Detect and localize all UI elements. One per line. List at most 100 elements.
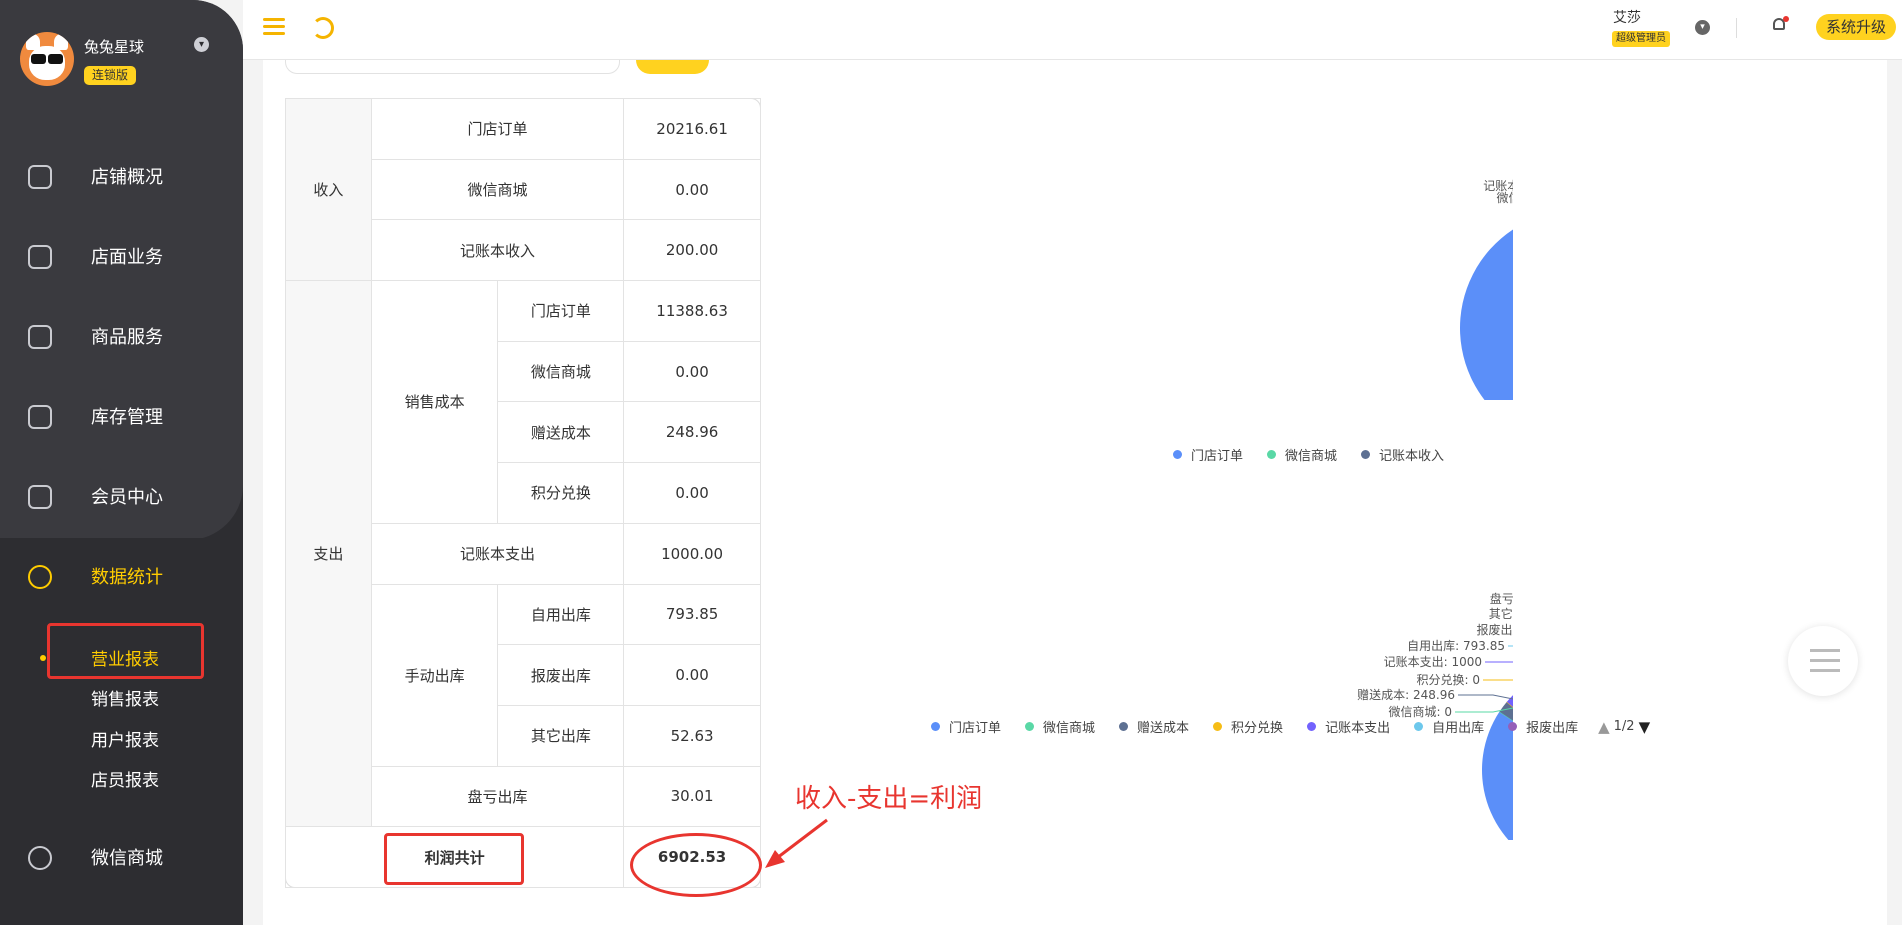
row-value: 0.00 bbox=[623, 462, 761, 524]
pie-data-label: 自用出库: 793.85 bbox=[1407, 638, 1505, 653]
bell-icon[interactable] bbox=[1771, 16, 1789, 34]
legend-item[interactable]: 积分兑换 bbox=[1213, 717, 1283, 736]
legend-item[interactable]: 门店订单 bbox=[931, 717, 1001, 736]
row-value: 11388.63 bbox=[623, 280, 761, 342]
wechat-icon bbox=[28, 846, 52, 870]
member-icon bbox=[28, 485, 52, 509]
row-value: 0.00 bbox=[623, 340, 761, 403]
edition-badge: 连锁版 bbox=[84, 66, 137, 85]
legend-pager: ▲ 1/2 ▼ bbox=[1594, 718, 1654, 736]
pie-data-label: 记账本收入: 200 bbox=[1483, 179, 1513, 193]
legend-item[interactable]: 微信商城 bbox=[1025, 717, 1095, 736]
pie-slice[interactable] bbox=[1482, 664, 1513, 840]
sidebar-item-product-service[interactable]: 商品服务 bbox=[0, 297, 243, 377]
row-value: 200.00 bbox=[623, 219, 761, 282]
group-label: 销售成本 bbox=[370, 280, 499, 524]
sidebar-item-member-center[interactable]: 会员中心 bbox=[0, 457, 243, 537]
expense-pie-legend: 门店订单 微信商城 赠送成本 积分兑换 记账本支出 自用出库 报废出库 ▲ 1/… bbox=[931, 717, 1654, 736]
highlight-box bbox=[47, 623, 204, 679]
sidebar-item-label: 店面业务 bbox=[91, 247, 163, 268]
user-role-badge: 超级管理员 bbox=[1612, 31, 1670, 47]
income-pie-chart: 门店订单: 20216.61微信商城: 0记账本收入: 200 bbox=[1459, 179, 1513, 400]
sidebar-item-label: 微信商城 bbox=[91, 848, 163, 869]
upgrade-button[interactable]: 系统升级 bbox=[1816, 14, 1896, 40]
pie-label-line bbox=[1458, 694, 1513, 700]
pager-text: 1/2 bbox=[1613, 719, 1635, 734]
box-icon bbox=[28, 405, 52, 429]
expense-pie-chart: 门店订单: 11388.63微信商城: 0赠送成本: 248.96积分兑换: 0… bbox=[1357, 591, 1513, 840]
row-label: 自用出库 bbox=[497, 583, 625, 646]
logo-glass-right bbox=[48, 54, 63, 64]
sidebar-item-inventory[interactable]: 库存管理 bbox=[0, 377, 243, 457]
expense-label: 支出 bbox=[285, 280, 372, 828]
menu-icon[interactable] bbox=[263, 18, 285, 36]
search-input[interactable] bbox=[285, 60, 620, 74]
subnav-user-report[interactable]: 用户报表 bbox=[91, 726, 159, 751]
pie-data-label: 盘亏出库: 30.01 bbox=[1490, 591, 1513, 606]
topbar: 艾莎 超级管理员 ▾ 系统升级 bbox=[243, 0, 1902, 60]
brand[interactable]: 兔兔星球 ▾ 连锁版 bbox=[20, 32, 220, 92]
row-value: 20216.61 bbox=[623, 98, 761, 160]
active-indicator-dot bbox=[40, 655, 46, 661]
monitor-icon bbox=[28, 165, 52, 189]
pie-slice[interactable] bbox=[1459, 210, 1513, 400]
row-label: 赠送成本 bbox=[497, 401, 625, 464]
income-pie-legend: 门店订单 微信商城 记账本收入 bbox=[1173, 445, 1468, 464]
home-icon bbox=[28, 245, 52, 269]
pie-label-line bbox=[1483, 679, 1513, 681]
brand-logo bbox=[20, 32, 74, 86]
row-label: 微信商城 bbox=[497, 340, 625, 403]
bag-icon bbox=[28, 325, 52, 349]
annotation-text: 收入-支出=利润 bbox=[795, 784, 983, 814]
business-report-table: 收入 门店订单 20216.61 微信商城 0.00 记账本收入 200.00 … bbox=[284, 97, 761, 888]
legend-item[interactable]: 记账本支出 bbox=[1307, 717, 1390, 736]
row-value: 30.01 bbox=[623, 765, 761, 828]
user-name[interactable]: 艾莎 bbox=[1613, 7, 1641, 27]
row-value: 1000.00 bbox=[623, 522, 761, 585]
pie-data-label: 其它出库: 52.63 bbox=[1489, 606, 1513, 621]
sidebar-item-store-overview[interactable]: 店铺概况 bbox=[0, 137, 243, 217]
sidebar-item-data-statistics[interactable]: 数据统计 bbox=[0, 537, 243, 617]
sidebar-item-label: 会员中心 bbox=[91, 487, 163, 508]
sidebar-item-label: 库存管理 bbox=[91, 407, 163, 428]
chevron-down-icon[interactable]: ▾ bbox=[1695, 20, 1710, 35]
legend-label: 记账本收入 bbox=[1379, 449, 1445, 464]
group-label: 手动出库 bbox=[370, 583, 499, 767]
refresh-icon[interactable] bbox=[312, 17, 334, 39]
legend-item[interactable]: 报废出库 bbox=[1508, 717, 1578, 736]
row-label: 报废出库 bbox=[497, 644, 625, 706]
sidebar-item-label: 店铺概况 bbox=[91, 167, 163, 188]
row-label: 记账本收入 bbox=[370, 219, 625, 282]
income-label: 收入 bbox=[285, 97, 372, 282]
sidebar-item-wechat-mall[interactable]: 微信商城 bbox=[0, 818, 243, 898]
table-row: 支出 销售成本 门店订单 11388.63 bbox=[285, 280, 761, 828]
row-label: 其它出库 bbox=[497, 704, 625, 767]
legend-label: 微信商城 bbox=[1285, 449, 1338, 464]
legend-label: 门店订单 bbox=[949, 721, 1002, 736]
pie-label-line bbox=[1485, 661, 1513, 663]
legend-item[interactable]: 微信商城 bbox=[1267, 445, 1337, 464]
row-value: 0.00 bbox=[623, 644, 761, 706]
pager-next-icon[interactable]: ▼ bbox=[1639, 718, 1651, 736]
row-label: 记账本支出 bbox=[370, 522, 625, 585]
legend-label: 报废出库 bbox=[1526, 721, 1579, 736]
list-toggle-button[interactable] bbox=[1788, 626, 1858, 696]
legend-item[interactable]: 门店订单 bbox=[1173, 445, 1243, 464]
pager-prev-icon[interactable]: ▲ bbox=[1598, 718, 1610, 736]
legend-item[interactable]: 自用出库 bbox=[1414, 717, 1484, 736]
legend-label: 赠送成本 bbox=[1137, 721, 1190, 736]
sidebar-item-store-business[interactable]: 店面业务 bbox=[0, 217, 243, 297]
legend-label: 积分兑换 bbox=[1231, 721, 1284, 736]
subnav-sales-report[interactable]: 销售报表 bbox=[91, 685, 159, 710]
subnav-staff-report[interactable]: 店员报表 bbox=[91, 766, 159, 791]
row-value: 0.00 bbox=[623, 158, 761, 221]
legend-label: 自用出库 bbox=[1432, 721, 1485, 736]
row-label: 门店订单 bbox=[497, 280, 625, 342]
row-label: 门店订单 bbox=[370, 98, 625, 160]
legend-item[interactable]: 记账本收入 bbox=[1361, 445, 1444, 464]
chevron-down-icon[interactable]: ▾ bbox=[194, 37, 209, 52]
search-button[interactable] bbox=[636, 60, 709, 74]
legend-item[interactable]: 赠送成本 bbox=[1119, 717, 1189, 736]
sidebar: 兔兔星球 ▾ 连锁版 店铺概况 店面业务 商品服务 库存管理 会员中心 数据统计… bbox=[0, 0, 243, 925]
pie-data-label: 积分兑换: 0 bbox=[1417, 673, 1481, 687]
